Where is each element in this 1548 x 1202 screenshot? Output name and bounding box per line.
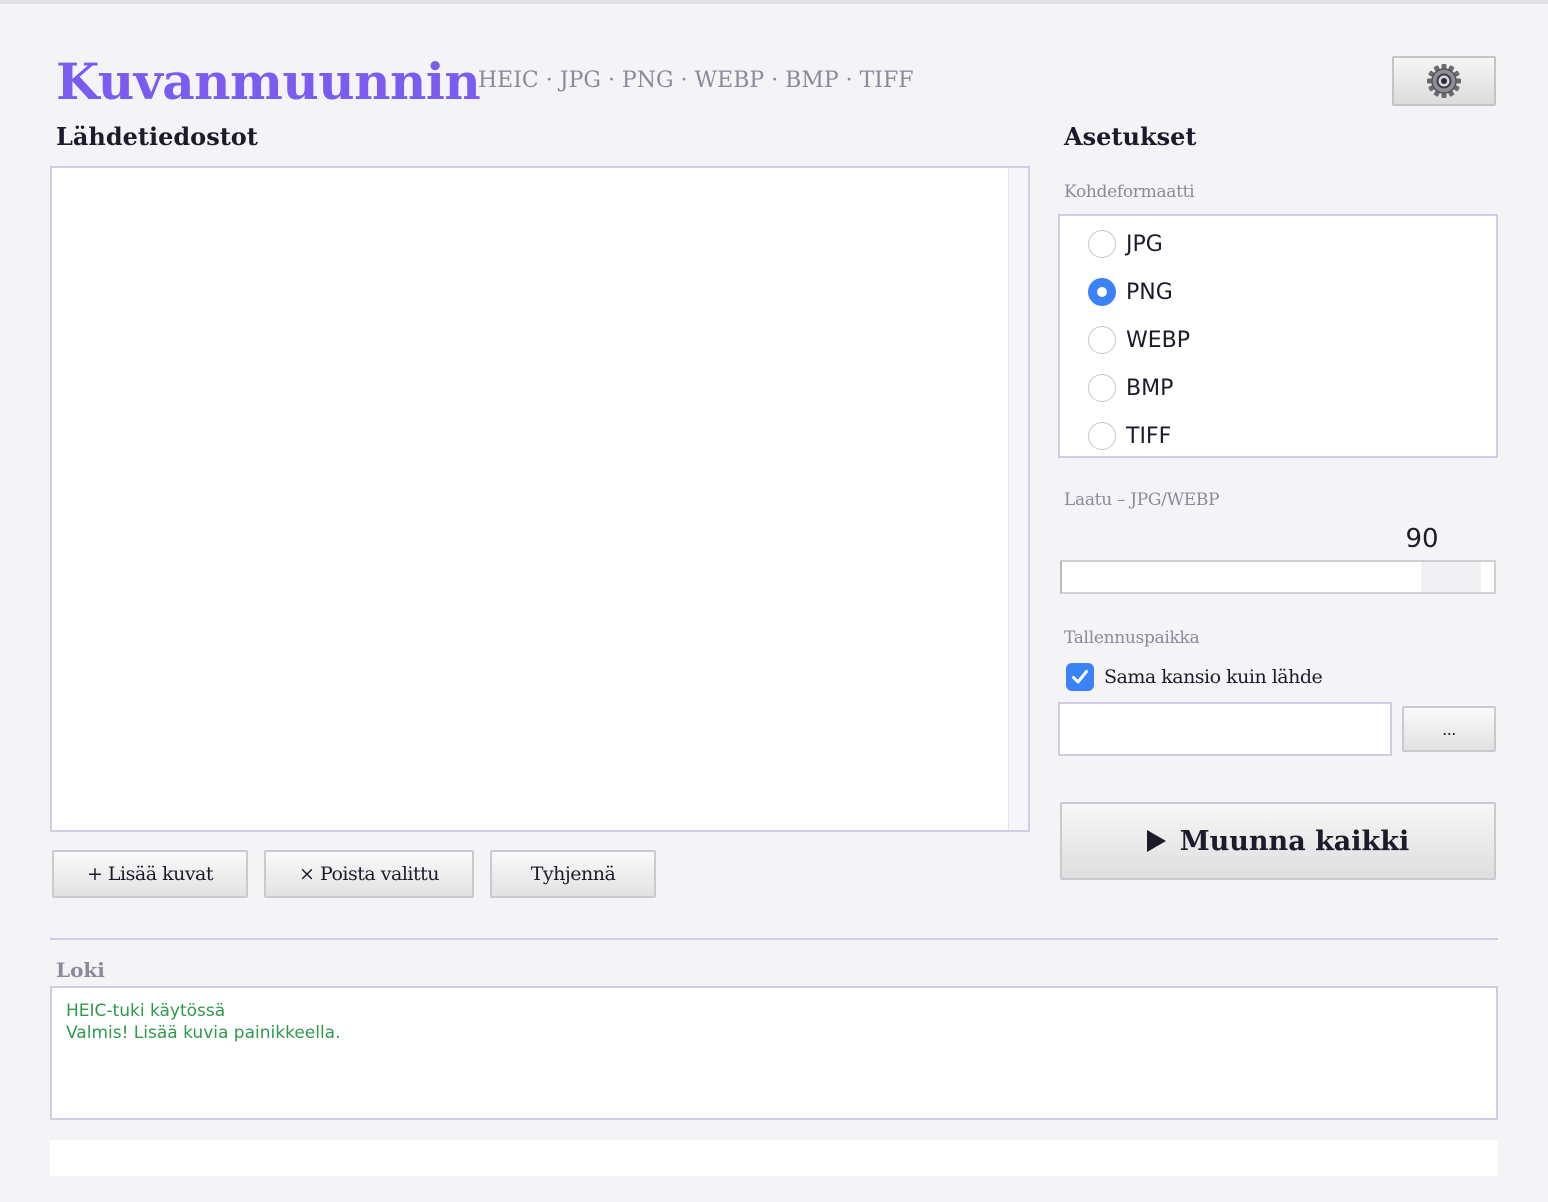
radio-button[interactable]	[1088, 326, 1116, 354]
radio-button[interactable]	[1088, 374, 1116, 402]
format-radio-group: JPG PNG WEBP BMP TIFF	[1058, 214, 1498, 458]
app-title: Kuvanmuunnin	[56, 52, 481, 111]
remove-selected-button[interactable]: × Poista valittu	[264, 850, 474, 898]
format-option-webp[interactable]: WEBP	[1088, 324, 1190, 356]
settings-button[interactable]	[1392, 56, 1496, 106]
format-option-label: BMP	[1126, 375, 1174, 401]
browse-button[interactable]: ...	[1402, 706, 1496, 752]
app-subtitle: HEIC · JPG · PNG · WEBP · BMP · TIFF	[478, 68, 914, 93]
radio-button[interactable]	[1088, 230, 1116, 258]
quality-slider[interactable]	[1060, 560, 1496, 594]
format-option-label: PNG	[1126, 279, 1173, 305]
quality-slider-thumb[interactable]	[1420, 562, 1481, 592]
quality-slider-fill	[1062, 562, 1451, 592]
settings-heading: Asetukset	[1064, 122, 1197, 151]
format-option-jpg[interactable]: JPG	[1088, 228, 1163, 260]
same-folder-option[interactable]: Sama kansio kuin lähde	[1066, 662, 1323, 692]
section-divider	[50, 938, 1498, 940]
play-icon	[1146, 830, 1166, 852]
save-location-label: Tallennuspaikka	[1064, 628, 1200, 648]
format-option-label: TIFF	[1126, 423, 1172, 449]
log-panel[interactable]: HEIC-tuki käytössä Valmis! Lisää kuvia p…	[50, 986, 1498, 1120]
sources-heading: Lähdetiedostot	[56, 122, 258, 151]
output-path-input[interactable]	[1058, 702, 1392, 756]
file-list[interactable]	[50, 166, 1030, 832]
format-option-tiff[interactable]: TIFF	[1088, 420, 1171, 452]
radio-button[interactable]	[1088, 278, 1116, 306]
checkmark-icon	[1072, 670, 1088, 684]
quality-label: Laatu – JPG/WEBP	[1064, 490, 1220, 510]
convert-all-label: Muunna kaikki	[1179, 825, 1410, 857]
log-line: HEIC-tuki käytössä	[66, 1001, 226, 1021]
same-folder-checkbox[interactable]	[1066, 663, 1094, 691]
gear-icon	[1427, 64, 1461, 98]
quality-value: 90	[1405, 524, 1439, 554]
format-option-bmp[interactable]: BMP	[1088, 372, 1173, 404]
clear-button[interactable]: Tyhjennä	[490, 850, 656, 898]
format-option-label: WEBP	[1126, 327, 1191, 353]
format-option-label: JPG	[1126, 231, 1163, 257]
format-option-png[interactable]: PNG	[1088, 276, 1173, 308]
add-images-button[interactable]: + Lisää kuvat	[52, 850, 248, 898]
radio-button[interactable]	[1088, 422, 1116, 450]
file-list-scrollbar[interactable]	[1008, 168, 1028, 830]
format-label: Kohdeformaatti	[1064, 182, 1195, 202]
log-line: Valmis! Lisää kuvia painikkeella.	[66, 1023, 341, 1043]
log-heading: Loki	[56, 958, 105, 982]
same-folder-label: Sama kansio kuin lähde	[1104, 666, 1323, 688]
status-bar	[50, 1140, 1498, 1176]
window-top-edge	[0, 0, 1548, 4]
convert-all-button[interactable]: Muunna kaikki	[1060, 802, 1496, 880]
